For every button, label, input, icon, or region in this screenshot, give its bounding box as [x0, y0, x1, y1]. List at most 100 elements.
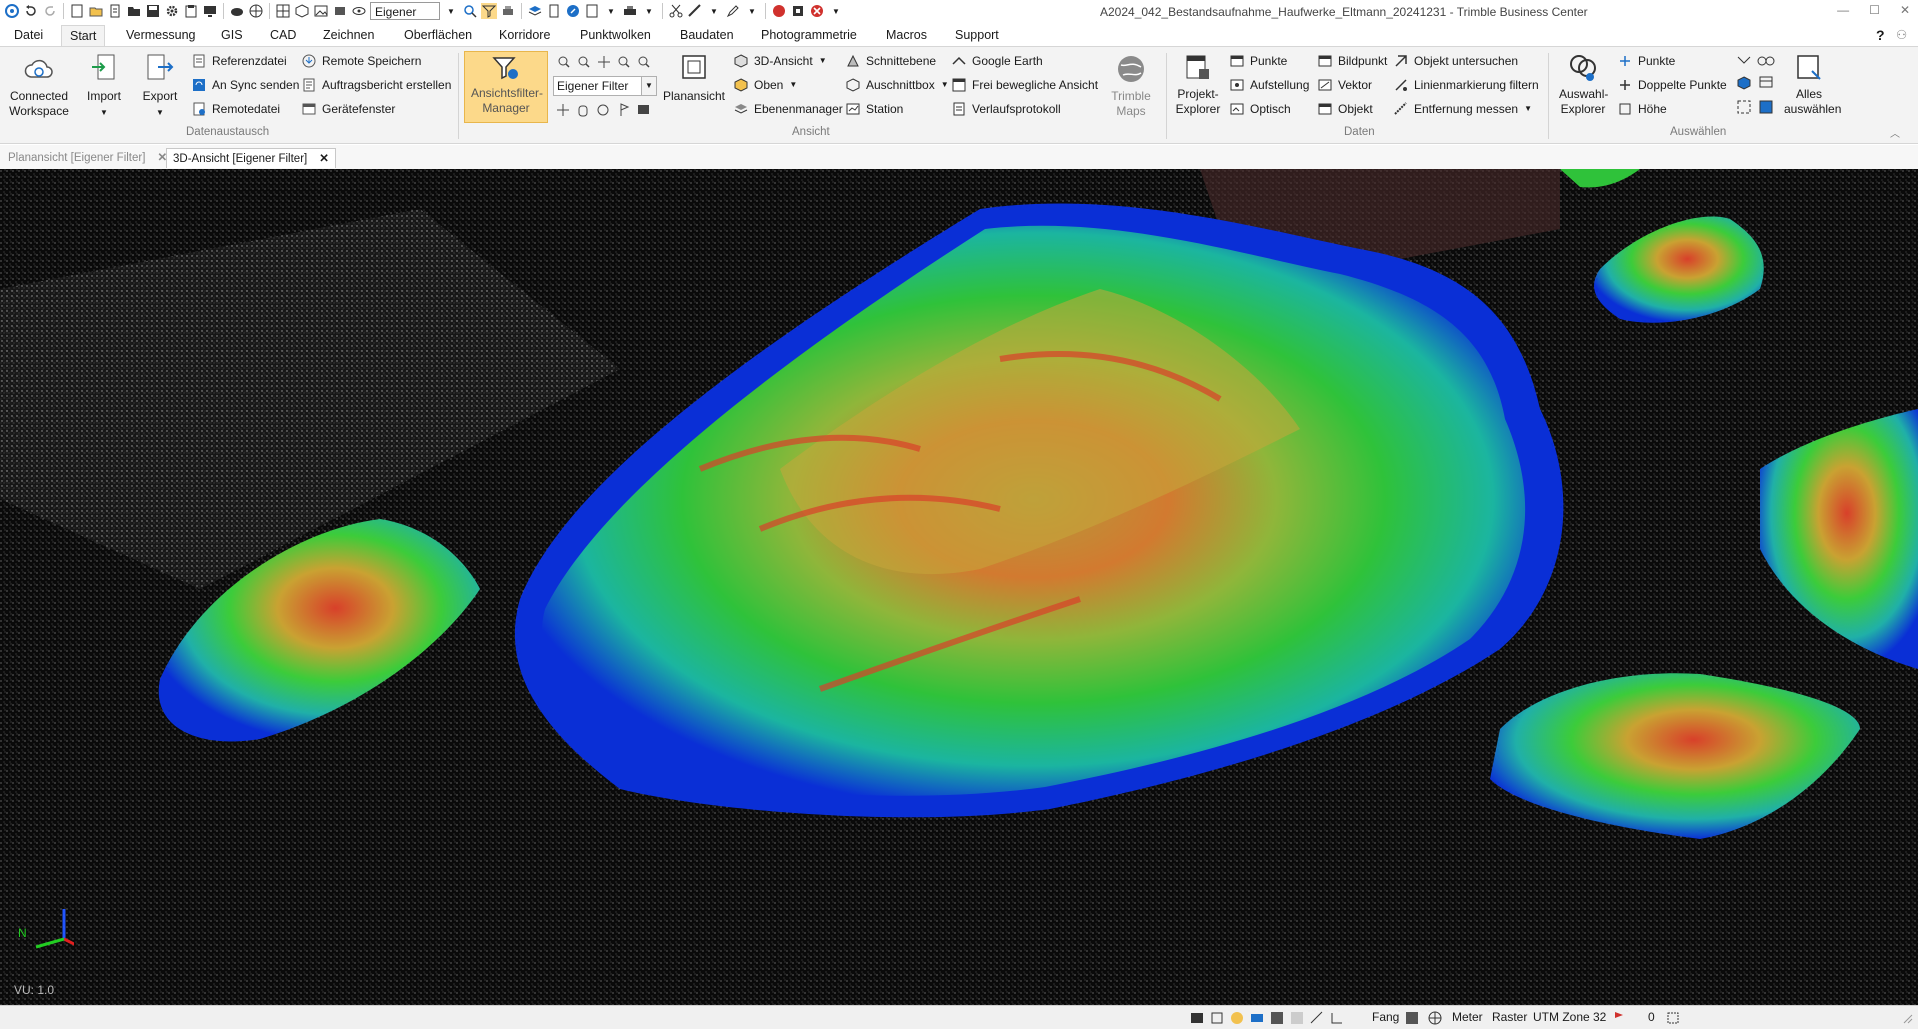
- select-punkte-button[interactable]: Punkte: [1618, 51, 1675, 71]
- pen-icon[interactable]: [725, 3, 741, 19]
- tab-korridore[interactable]: Korridore: [491, 25, 558, 46]
- select-area-icon[interactable]: [1759, 100, 1773, 114]
- snap-select-icon[interactable]: [1210, 1011, 1224, 1025]
- zoom-in-icon[interactable]: [558, 56, 570, 68]
- filter-target-icon[interactable]: [462, 3, 478, 19]
- entfernung-messen-button[interactable]: Entfernung messen ▼: [1394, 99, 1532, 119]
- units-label[interactable]: Meter: [1452, 1010, 1483, 1024]
- tab-oberflaechen[interactable]: Oberflächen: [396, 25, 480, 46]
- tab-vermessung[interactable]: Vermessung: [118, 25, 203, 46]
- scissors-icon[interactable]: [668, 3, 684, 19]
- trimble-maps-button[interactable]: Trimble Maps: [1100, 53, 1162, 119]
- folder-icon[interactable]: [126, 3, 142, 19]
- compass-icon[interactable]: [565, 3, 581, 19]
- select-link-icon[interactable]: [1757, 56, 1775, 66]
- filter-icon[interactable]: [481, 3, 497, 19]
- chevron-down-icon[interactable]: ▼: [828, 3, 844, 19]
- stack-icon[interactable]: [527, 3, 543, 19]
- document-icon[interactable]: [107, 3, 123, 19]
- snap-perp-icon[interactable]: [1330, 1011, 1344, 1025]
- tab-zeichnen[interactable]: Zeichnen: [315, 25, 382, 46]
- planansicht-button[interactable]: Planansicht: [662, 53, 726, 104]
- 3d-ansicht-button[interactable]: 3D-Ansicht ▼: [734, 51, 827, 71]
- google-earth-button[interactable]: Google Earth: [952, 51, 1043, 71]
- eye-icon[interactable]: [351, 3, 367, 19]
- orbit-icon[interactable]: [597, 104, 609, 116]
- save-icon[interactable]: [145, 3, 161, 19]
- minimize-icon[interactable]: —: [1837, 3, 1849, 17]
- chevron-down-icon[interactable]: ▼: [641, 77, 656, 95]
- tab-photogrammetrie[interactable]: Photogrammetrie: [753, 25, 865, 46]
- globe-icon[interactable]: [248, 3, 264, 19]
- maximize-icon[interactable]: ☐: [1869, 3, 1880, 17]
- snap-point-icon[interactable]: [1250, 1011, 1264, 1025]
- coordinate-icon[interactable]: [1405, 1011, 1419, 1025]
- redo-icon[interactable]: [42, 3, 58, 19]
- hoehe-button[interactable]: Höhe: [1618, 99, 1667, 119]
- printer-icon[interactable]: [622, 3, 638, 19]
- station-button[interactable]: Station: [846, 99, 903, 119]
- 3d-viewport[interactable]: N VU: 1.0: [0, 169, 1918, 1005]
- alles-auswaehlen-button[interactable]: Alles auswählen: [1780, 53, 1841, 117]
- bildpunkt-button[interactable]: Bildpunkt: [1318, 51, 1387, 71]
- tab-macros[interactable]: Macros: [878, 25, 935, 46]
- settings-icon[interactable]: [164, 3, 180, 19]
- geraetefenster-button[interactable]: Gerätefenster: [302, 99, 395, 119]
- sheet-icon[interactable]: [584, 3, 600, 19]
- chevron-down-icon[interactable]: ▼: [603, 3, 619, 19]
- snap-active-icon[interactable]: [1230, 1011, 1244, 1025]
- screen-icon[interactable]: [638, 105, 649, 114]
- undo-icon[interactable]: [23, 3, 39, 19]
- auftragsbericht-button[interactable]: Auftragsbericht erstellen: [302, 75, 451, 95]
- linienmarkierung-filtern-button[interactable]: Linienmarkierung filtern: [1394, 75, 1539, 95]
- remotedatei-button[interactable]: Remotedatei: [192, 99, 280, 119]
- vektor-button[interactable]: Vektor: [1318, 75, 1372, 95]
- optisch-button[interactable]: Optisch: [1230, 99, 1291, 119]
- tab-start[interactable]: Start: [61, 25, 106, 46]
- chevron-down-icon[interactable]: ▼: [443, 3, 459, 19]
- app-icon[interactable]: [4, 3, 20, 19]
- select-cube-icon[interactable]: [1737, 76, 1751, 90]
- close-icon[interactable]: [809, 3, 825, 19]
- command-icon[interactable]: [1190, 1011, 1204, 1025]
- zoom-out-icon[interactable]: [578, 56, 590, 68]
- schnittebene-button[interactable]: Schnittebene: [846, 51, 936, 71]
- open-project-icon[interactable]: [88, 3, 104, 19]
- hand-icon[interactable]: [578, 105, 588, 117]
- stop-icon[interactable]: [790, 3, 806, 19]
- select-list-icon[interactable]: [1759, 76, 1773, 88]
- cube-icon[interactable]: [294, 3, 310, 19]
- ansichtsfilter-manager-button[interactable]: Ansichtsfilter-Manager: [464, 51, 548, 123]
- selection-set-icon[interactable]: [1666, 1011, 1680, 1025]
- tab-baudaten[interactable]: Baudaten: [672, 25, 742, 46]
- monitor-icon[interactable]: [202, 3, 218, 19]
- tab-planansicht[interactable]: Planansicht [Eigener Filter] ✕: [2, 148, 173, 168]
- tab-punktwolken[interactable]: Punktwolken: [572, 25, 659, 46]
- image-icon[interactable]: [313, 3, 329, 19]
- an-sync-senden-button[interactable]: An Sync senden: [192, 75, 299, 95]
- layer-icon[interactable]: [332, 3, 348, 19]
- flag-icon[interactable]: [1612, 1011, 1626, 1025]
- tab-3d-ansicht[interactable]: 3D-Ansicht [Eigener Filter] ✕: [166, 148, 336, 168]
- doppelte-punkte-button[interactable]: Doppelte Punkte: [1618, 75, 1727, 95]
- referenzdatei-button[interactable]: Referenzdatei: [192, 51, 287, 71]
- auschnittbox-button[interactable]: Auschnittbox ▼: [846, 75, 949, 95]
- objekt-untersuchen-button[interactable]: Objekt untersuchen: [1394, 51, 1518, 71]
- ebenenmanager-button[interactable]: Ebenenmanager: [734, 99, 843, 119]
- select-path-icon[interactable]: [1737, 56, 1751, 64]
- export-button[interactable]: Export ▼: [138, 53, 182, 120]
- new-project-icon[interactable]: [69, 3, 85, 19]
- import-button[interactable]: Import ▼: [82, 53, 126, 120]
- flag-icon[interactable]: [620, 103, 630, 116]
- tab-support[interactable]: Support: [947, 25, 1007, 46]
- resize-grip-icon[interactable]: [1900, 1011, 1914, 1025]
- clipboard-icon[interactable]: [183, 3, 199, 19]
- select-corners-icon[interactable]: [1737, 100, 1751, 114]
- frei-bewegliche-ansicht-button[interactable]: Frei bewegliche Ansicht: [952, 75, 1098, 95]
- chevron-down-icon[interactable]: ▼: [744, 3, 760, 19]
- view-filter-select[interactable]: Eigener Filter ▼: [553, 76, 657, 96]
- snap-line-icon[interactable]: [1310, 1011, 1324, 1025]
- projekt-explorer-button[interactable]: Projekt-Explorer: [1170, 53, 1226, 117]
- auswahl-explorer-button[interactable]: Auswahl-Explorer: [1554, 53, 1612, 117]
- snap-box-icon[interactable]: [1290, 1011, 1304, 1025]
